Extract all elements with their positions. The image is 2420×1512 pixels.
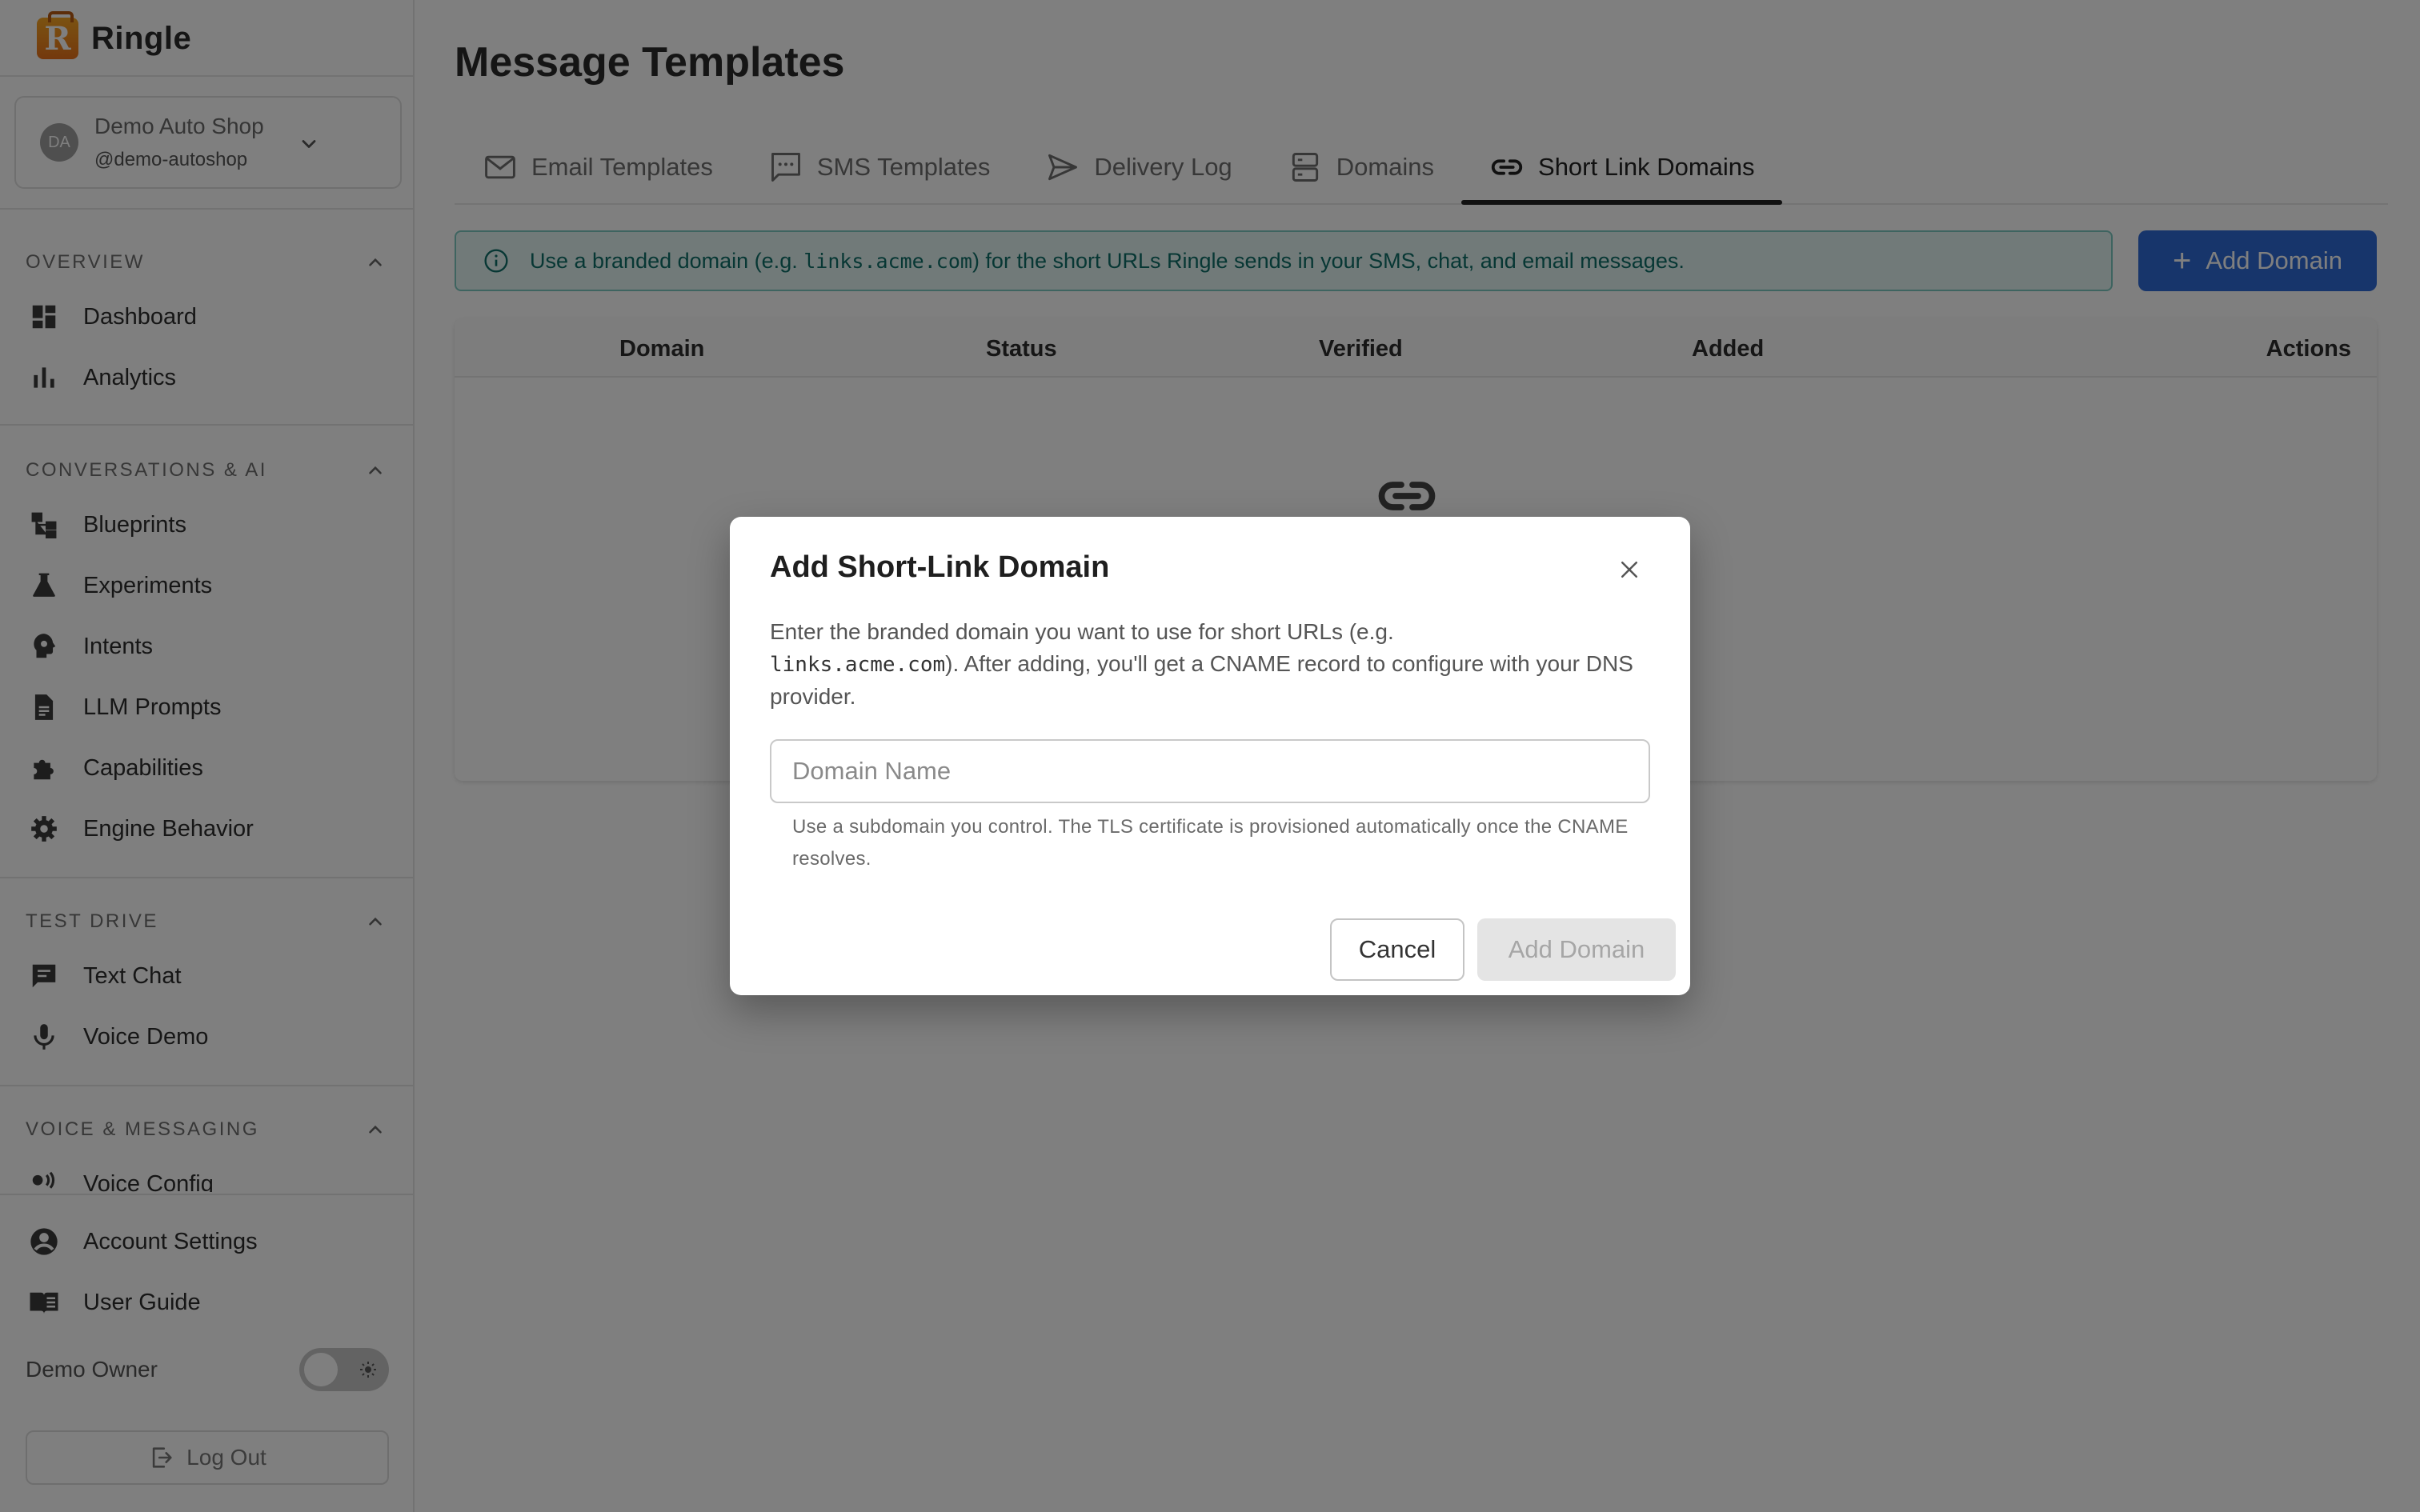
app-root: R Ringle DA Demo Auto Shop @demo-autosho…	[0, 0, 2420, 1512]
add-domain-submit-button[interactable]: Add Domain	[1477, 918, 1676, 981]
modal-description: Enter the branded domain you want to use…	[770, 616, 1650, 713]
modal-desc-before: Enter the branded domain you want to use…	[770, 619, 1394, 644]
close-button[interactable]	[1613, 554, 1645, 586]
close-icon	[1621, 562, 1637, 578]
modal-desc-code: links.acme.com	[770, 653, 946, 677]
cancel-button[interactable]: Cancel	[1330, 918, 1464, 981]
add-short-link-domain-dialog: Add Short-Link Domain Enter the branded …	[730, 517, 1690, 995]
modal-title: Add Short-Link Domain	[770, 550, 1110, 584]
helper-text: Use a subdomain you control. The TLS cer…	[792, 816, 1629, 870]
domain-name-input[interactable]	[770, 739, 1650, 803]
